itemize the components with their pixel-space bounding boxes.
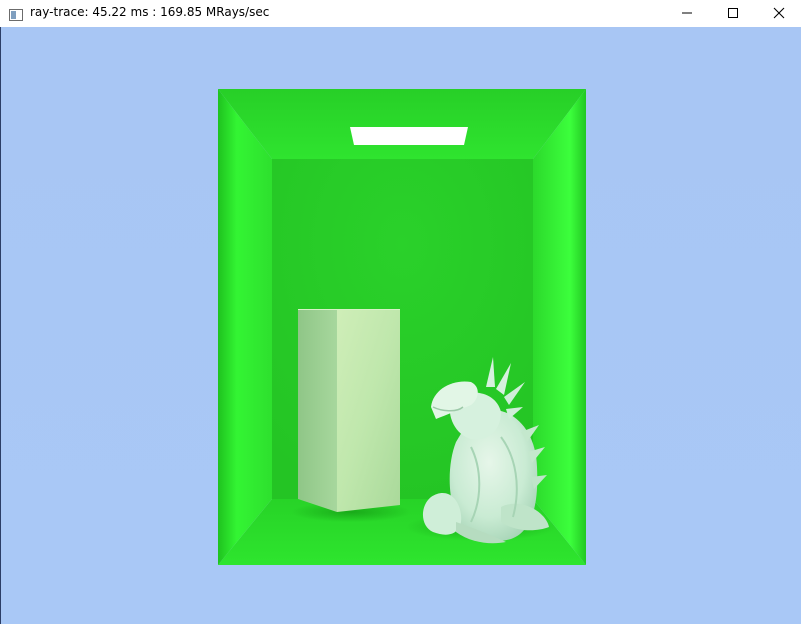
title-bar[interactable]: ray-trace: 45.22 ms : 169.85 MRays/sec [0, 0, 801, 27]
minimize-button[interactable] [664, 0, 710, 27]
left-wall [218, 89, 272, 565]
close-button[interactable] [756, 0, 801, 27]
render-viewport[interactable] [1, 27, 801, 624]
app-window-icon [9, 6, 23, 21]
maximize-icon [727, 4, 739, 23]
area-light [350, 127, 468, 145]
ceiling [218, 89, 586, 159]
maximize-button[interactable] [710, 0, 756, 27]
window-title: ray-trace: 45.22 ms : 169.85 MRays/sec [30, 5, 270, 19]
tall-box-side [298, 310, 337, 512]
app-window: ray-trace: 45.22 ms : 169.85 MRays/sec [0, 0, 801, 624]
cornell-box-render [1, 27, 801, 624]
close-icon [773, 4, 785, 23]
tall-box-top [298, 309, 400, 310]
minimize-icon [681, 4, 693, 23]
tall-box-front [337, 310, 400, 512]
right-wall [533, 89, 586, 565]
